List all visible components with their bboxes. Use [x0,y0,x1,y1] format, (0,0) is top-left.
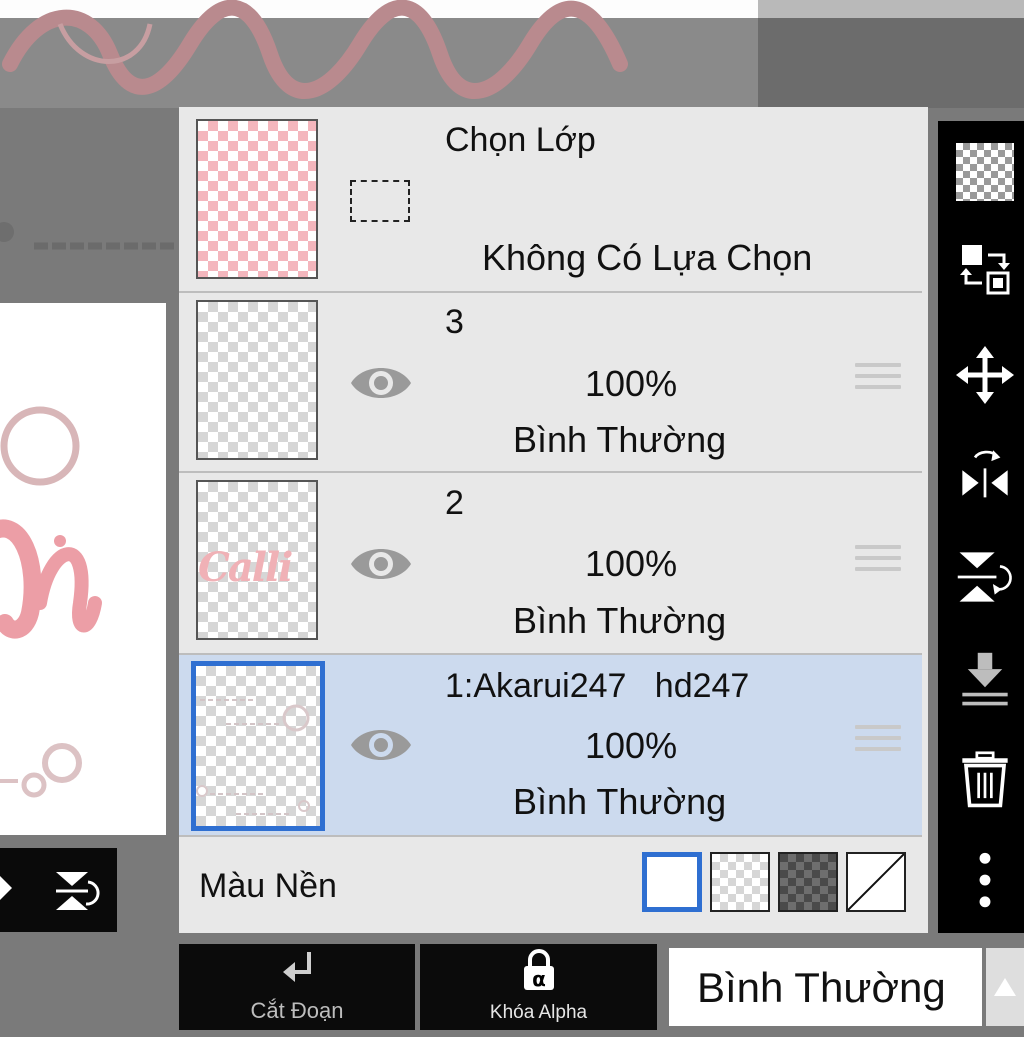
layer-row[interactable]: Calli 2 100% Bình Thường [179,473,922,655]
background-light-checker-swatch[interactable] [710,852,770,912]
flip-vertical-icon[interactable] [956,548,1014,606]
layer-row[interactable]: 3 100% Bình Thường [179,293,922,473]
layer-blend-mode: Bình Thường [513,781,727,822]
clipping-label: Cắt Đoạn [250,998,344,1023]
clipping-button[interactable]: Cắt Đoạn [179,944,415,1030]
eye-icon[interactable] [349,542,413,586]
alpha-glyph: α [532,967,546,991]
layer-thumbnail-art: Calli [198,544,293,591]
layer-thumbnail [191,661,325,831]
swap-layer-icon[interactable] [956,239,1014,297]
layer-row-selected[interactable]: 1:Akarui247 hd247 100% Bình Thường [179,655,922,837]
eye-icon[interactable] [349,361,413,405]
canvas-preview [0,303,166,835]
blend-mode-expand-button[interactable] [986,948,1024,1026]
layer-thumbnail: Calli [196,480,318,640]
layer-thumbnail [196,300,318,460]
layer-opacity: 100% [585,543,678,584]
canvas-top-right-edge [758,0,1024,18]
selection-status: Không Có Lựa Chọn [482,237,813,278]
layer-name: 3 [445,303,464,341]
layers-panel: Chọn Lớp Không Có Lựa Chọn 3 100% Bình T… [179,107,928,933]
drag-handle-icon[interactable] [855,545,901,585]
canvas-dashed-decoration [0,222,175,250]
layer-name: 1:Akarui247 hd247 [445,667,750,705]
merge-down-icon[interactable] [956,651,1014,709]
selection-title: Chọn Lớp [445,121,596,159]
background-none-swatch[interactable] [846,852,906,912]
eye-icon[interactable] [349,723,413,767]
layer-opacity: 100% [585,363,678,404]
canvas-mini-toolbar [0,848,117,932]
selection-layer-thumbnail [196,119,318,279]
chevron-up-icon [994,978,1016,996]
layer-name: 2 [445,484,464,522]
canvas-dimmed-right [758,18,1024,108]
more-icon[interactable] [956,851,1014,909]
layer-blend-mode: Bình Thường [513,419,727,460]
background-dark-checker-swatch[interactable] [778,852,838,912]
drag-handle-icon[interactable] [855,363,901,403]
move-icon[interactable] [956,346,1014,404]
clip-arrow-icon [283,952,311,982]
background-color-label: Màu Nền [199,867,337,905]
canvas-script-artwork [2,0,628,99]
blend-mode-value: Bình Thường [697,964,946,1011]
drag-handle-icon[interactable] [855,725,901,765]
selection-marquee-icon [350,180,410,222]
alpha-lock-button[interactable]: α Khóa Alpha [420,944,657,1030]
layer-opacity: 100% [585,725,678,766]
blend-mode-select[interactable]: Bình Thường [669,948,982,1026]
flip-vertical-icon[interactable] [0,848,117,932]
background-white-swatch[interactable] [642,852,702,912]
layer-tools-toolbar [938,121,1024,933]
selection-layer-row[interactable]: Chọn Lớp Không Có Lựa Chọn [179,107,922,293]
layer-blend-mode: Bình Thường [513,600,727,641]
checker-icon[interactable] [956,143,1014,201]
alpha-lock-label: Khóa Alpha [489,1002,588,1023]
flip-horizontal-icon[interactable] [956,443,1014,501]
trash-icon[interactable] [956,751,1014,809]
